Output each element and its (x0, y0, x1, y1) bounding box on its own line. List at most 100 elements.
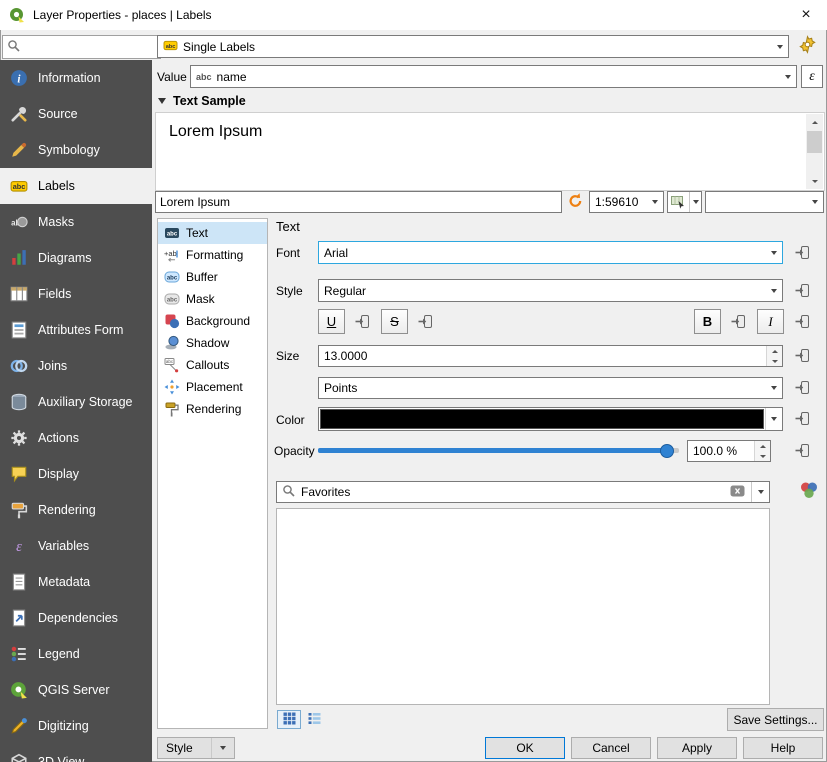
style-filter-box[interactable]: Favorites (276, 481, 770, 503)
masks-icon: abc (8, 211, 30, 233)
spin-up-icon[interactable] (755, 441, 770, 451)
font-data-defined-override-button[interactable] (789, 241, 815, 264)
size-data-defined-override-button[interactable] (789, 344, 815, 367)
grid-view-icon (283, 712, 296, 728)
size-spinbox[interactable]: 13.0000 (318, 345, 783, 367)
sidebar-item-diagrams[interactable]: Diagrams (0, 240, 152, 276)
svg-text:ε: ε (16, 539, 22, 555)
sidebar-search-box[interactable] (2, 35, 161, 59)
strikethrough-data-defined-override-button[interactable] (412, 310, 438, 333)
expression-builder-button[interactable]: ε (801, 65, 823, 88)
sidebar-item-source[interactable]: Source (0, 96, 152, 132)
text-sample-section-header[interactable]: Text Sample (158, 94, 246, 108)
tab-shadow[interactable]: Shadow (158, 332, 267, 354)
tab-mask[interactable]: abc Mask (158, 288, 267, 310)
italic-data-defined-override-button[interactable] (789, 310, 815, 333)
sidebar-item-symbology[interactable]: Symbology (0, 132, 152, 168)
opacity-slider[interactable] (318, 440, 679, 461)
opacity-spinbox[interactable]: 100.0 % (687, 440, 771, 462)
set-scale-from-map-button[interactable] (667, 191, 702, 213)
save-settings-button[interactable]: Save Settings... (727, 708, 824, 731)
style-menu-button[interactable]: Style (157, 737, 235, 759)
sidebar-item-display[interactable]: Display (0, 456, 152, 492)
sidebar-item-variables[interactable]: ε Variables (0, 528, 152, 564)
scrollbar-thumb[interactable] (807, 131, 822, 153)
sidebar-item-label: Dependencies (38, 611, 118, 625)
bold-button[interactable]: B (694, 309, 721, 334)
tab-background[interactable]: Background (158, 310, 267, 332)
sidebar-item-3d-view[interactable]: 3D View (0, 744, 152, 762)
font-label: Font (276, 242, 300, 264)
tab-formatting[interactable]: +ab Formatting (158, 244, 267, 266)
spin-down-icon[interactable] (755, 451, 770, 461)
sidebar-item-labels[interactable]: abc Labels (0, 168, 152, 204)
spin-down-icon[interactable] (767, 356, 782, 366)
close-icon[interactable]: × (785, 0, 827, 30)
cancel-button[interactable]: Cancel (571, 737, 651, 759)
sidebar-item-masks[interactable]: abc Masks (0, 204, 152, 240)
tab-text[interactable]: abc Text (158, 222, 267, 244)
label-mode-combobox[interactable]: abc Single Labels (157, 35, 789, 58)
search-input[interactable] (24, 39, 156, 55)
size-unit-combobox[interactable]: Points (318, 377, 783, 399)
tab-buffer[interactable]: abc Buffer (158, 266, 267, 288)
sidebar-item-joins[interactable]: Joins (0, 348, 152, 384)
preview-background-combobox[interactable] (705, 191, 824, 213)
italic-button[interactable]: I (757, 309, 784, 334)
clear-filter-icon[interactable] (730, 485, 745, 500)
apply-button[interactable]: Apply (657, 737, 737, 759)
color-data-defined-override-button[interactable] (789, 407, 815, 430)
buffer-tab-icon: abc (163, 269, 180, 286)
underline-button[interactable]: U (318, 309, 345, 334)
divider (751, 482, 752, 502)
automated-placement-settings-button[interactable] (794, 33, 821, 59)
icon-view-button[interactable] (277, 710, 301, 729)
sidebar-item-actions[interactable]: Actions (0, 420, 152, 456)
spin-up-icon[interactable] (767, 346, 782, 356)
sample-text-input[interactable] (155, 191, 562, 213)
scroll-up-icon[interactable] (806, 114, 823, 130)
reset-sample-button[interactable] (564, 191, 586, 213)
sidebar-item-metadata[interactable]: Metadata (0, 564, 152, 600)
sidebar-item-legend[interactable]: Legend (0, 636, 152, 672)
slider-handle[interactable] (660, 444, 674, 458)
scroll-down-icon[interactable] (806, 173, 823, 189)
preview-scrollbar[interactable] (806, 114, 823, 189)
sidebar-item-qgis-server[interactable]: QGIS Server (0, 672, 152, 708)
sidebar-item-dependencies[interactable]: Dependencies (0, 600, 152, 636)
unit-data-defined-override-button[interactable] (789, 376, 815, 399)
sidebar-item-auxiliary-storage[interactable]: Auxiliary Storage (0, 384, 152, 420)
sidebar-item-attributes-form[interactable]: Attributes Form (0, 312, 152, 348)
callouts-tab-icon: abc (163, 357, 180, 374)
chevron-down-icon[interactable] (690, 200, 701, 204)
font-combobox[interactable]: Arial (318, 241, 783, 264)
sidebar-item-information[interactable]: i Information (0, 60, 152, 96)
style-data-defined-override-button[interactable] (789, 279, 815, 302)
help-button[interactable]: Help (743, 737, 823, 759)
tab-rendering[interactable]: Rendering (158, 398, 267, 420)
font-style-combobox[interactable]: Regular (318, 279, 783, 302)
tab-placement[interactable]: Placement (158, 376, 267, 398)
label-settings-tab-list: abc Text +ab Formatting abc Buffer abc M… (157, 218, 268, 729)
chevron-down-icon[interactable] (765, 408, 782, 430)
ok-button[interactable]: OK (485, 737, 565, 759)
style-manager-button[interactable] (796, 478, 822, 504)
background-tab-icon (163, 313, 180, 330)
chevron-down-icon[interactable] (758, 490, 764, 494)
preview-scale-combobox[interactable]: 1:59610 (589, 191, 664, 213)
style-menu-label: Style (166, 741, 193, 755)
sidebar-item-label: Joins (38, 359, 67, 373)
value-field-combobox[interactable]: abc name (190, 65, 797, 88)
tab-callouts[interactable]: abc Callouts (158, 354, 267, 376)
bold-data-defined-override-button[interactable] (725, 310, 751, 333)
underline-data-defined-override-button[interactable] (349, 310, 375, 333)
opacity-data-defined-override-button[interactable] (789, 439, 815, 462)
sidebar-item-digitizing[interactable]: Digitizing (0, 708, 152, 744)
field-type-abc-icon: abc (196, 72, 212, 82)
text-color-button[interactable] (318, 407, 783, 431)
list-view-button[interactable] (304, 710, 325, 729)
mask-tab-icon: abc (163, 291, 180, 308)
sidebar-item-rendering[interactable]: Rendering (0, 492, 152, 528)
strikethrough-button[interactable]: S (381, 309, 408, 334)
sidebar-item-fields[interactable]: Fields (0, 276, 152, 312)
